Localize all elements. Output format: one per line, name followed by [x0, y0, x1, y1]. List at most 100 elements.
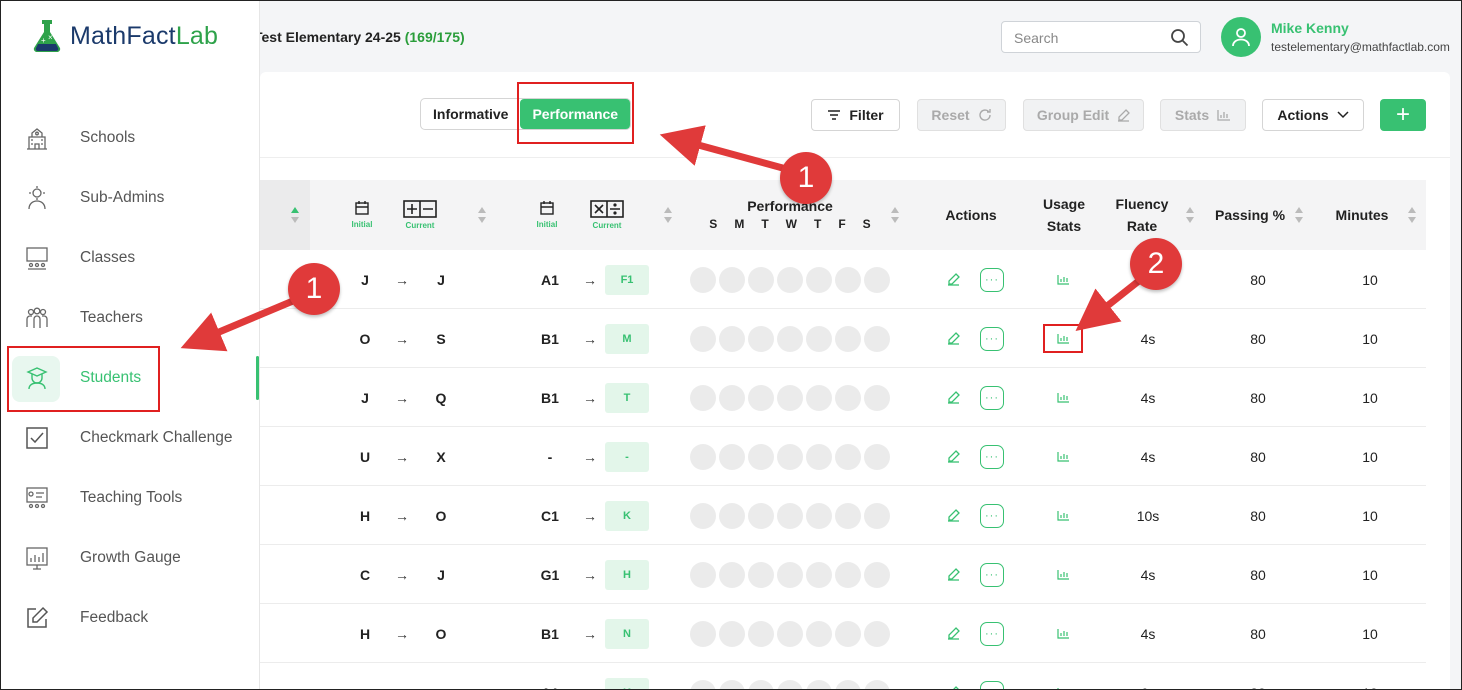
performance-day-dot [805, 620, 832, 647]
performance-day-dot [776, 502, 803, 529]
multiplication-current: K [605, 486, 649, 545]
actions-dropdown[interactable]: Actions [1262, 99, 1364, 131]
search-icon[interactable] [1170, 28, 1190, 53]
sidebar-item-sub-admins[interactable]: Sub-Admins [0, 168, 260, 228]
table-row[interactable]: U → X - → - ··· 4s 80 10 [260, 427, 1426, 486]
usage-stats-button[interactable] [1043, 368, 1083, 427]
arrow-right-icon: → [395, 507, 409, 524]
sidebar-item-classes[interactable]: Classes [0, 228, 260, 288]
weekday-label: S [862, 217, 871, 231]
sidebar-item-schools[interactable]: Schools [0, 108, 260, 168]
edit-button[interactable] [943, 309, 963, 368]
group-edit-button[interactable]: Group Edit [1023, 99, 1144, 131]
table-row[interactable]: →A1→K···6s8010 [260, 663, 1426, 690]
performance-day-dot [863, 384, 890, 411]
usage-stats-button[interactable] [1043, 427, 1083, 486]
annotation-badge-1: 1 [780, 152, 832, 204]
sort-icon[interactable] [290, 206, 300, 224]
more-options-button[interactable]: ··· [979, 545, 1005, 604]
sidebar-item-teachers[interactable]: Teachers [0, 288, 260, 348]
addition-current: J [437, 566, 445, 583]
filter-icon [828, 110, 841, 120]
performance-day-dot [805, 561, 832, 588]
sidebar-item-growth-gauge[interactable]: Growth Gauge [0, 528, 260, 588]
add-student-button[interactable]: + [1380, 99, 1426, 131]
tab-informative[interactable]: Informative [421, 99, 520, 129]
sidebar-item-students[interactable]: Students [0, 348, 260, 408]
more-options-button[interactable]: ··· [979, 250, 1005, 309]
edit-button[interactable] [943, 250, 963, 309]
table-row[interactable]: C → J G1 → H ··· 4s 80 10 [260, 545, 1426, 604]
arrow-right-icon: → [583, 625, 597, 642]
table-row[interactable]: H → O C1 → K ··· 10s 80 10 [260, 486, 1426, 545]
sort-icon[interactable] [663, 206, 673, 224]
sidebar-item-teaching-tools[interactable]: Teaching Tools [0, 468, 260, 528]
reset-button[interactable]: Reset [917, 99, 1006, 131]
arrow-right-icon: → [395, 271, 409, 288]
active-indicator [256, 356, 259, 400]
performance-day-dot [834, 325, 861, 352]
avatar[interactable] [1221, 17, 1261, 57]
table-header: Initial Current Initial Current Performa… [260, 180, 1426, 250]
sort-icon[interactable] [1407, 206, 1417, 224]
sub-admin-icon [22, 183, 52, 213]
sort-icon[interactable] [477, 206, 487, 224]
sidebar-item-feedback[interactable]: Feedback [0, 588, 260, 648]
performance-dots [689, 545, 890, 604]
more-options-button[interactable]: ··· [979, 309, 1005, 368]
usage-stats-button[interactable] [1043, 663, 1083, 690]
top-bar: Test Elementary 24-25 (169/175) Search M… [254, 0, 1462, 72]
sort-icon[interactable] [1185, 206, 1195, 224]
edit-button[interactable] [943, 663, 963, 690]
filter-button[interactable]: Filter [811, 99, 900, 131]
search-box[interactable]: Search [1001, 21, 1201, 53]
usage-stats-button[interactable] [1043, 604, 1083, 663]
addition-initial: H [359, 625, 371, 642]
user-name: Mike Kenny [1271, 20, 1349, 36]
arrow-right-icon: → [578, 663, 602, 690]
edit-button[interactable] [943, 545, 963, 604]
annotation-badge-2: 2 [1130, 238, 1182, 290]
usage-stats-button[interactable] [1043, 486, 1083, 545]
table-row[interactable]: O → S B1 → M ··· 4s 80 10 [260, 309, 1426, 368]
addition-current: Q [435, 389, 447, 406]
more-dots-icon: ··· [980, 267, 1004, 292]
edit-button[interactable] [943, 368, 963, 427]
more-options-button[interactable]: ··· [979, 486, 1005, 545]
school-selector[interactable]: Test Elementary 24-25 (169/175) [254, 29, 465, 45]
minutes: 10 [1362, 448, 1378, 465]
more-options-button[interactable]: ··· [979, 604, 1005, 663]
table-row[interactable]: J → J A1 → F1 ··· 80 10 [260, 250, 1426, 309]
edit-button[interactable] [943, 427, 963, 486]
more-options-button[interactable]: ··· [979, 368, 1005, 427]
sort-icon[interactable] [890, 206, 900, 224]
weekday-labels: S M T W T F S [709, 215, 870, 233]
pencil-icon [947, 627, 960, 640]
svg-text:+: + [41, 36, 46, 45]
search-input[interactable]: Search [1014, 30, 1058, 46]
multiplication-current: F1 [605, 250, 649, 309]
performance-day-dot [689, 325, 716, 352]
more-options-button[interactable]: ··· [979, 427, 1005, 486]
pencil-icon [1118, 108, 1131, 122]
usage-stats-button[interactable] [1043, 545, 1083, 604]
performance-day-dot [747, 561, 774, 588]
performance-day-dot [689, 561, 716, 588]
table-row[interactable]: H → O B1 → N ··· 4s 80 10 [260, 604, 1426, 663]
performance-day-dot [805, 502, 832, 529]
more-options-button[interactable]: ··· [979, 663, 1005, 690]
edit-button[interactable] [943, 486, 963, 545]
edit-button[interactable] [943, 604, 963, 663]
table-row[interactable]: J → Q B1 → T ··· 4s 80 10 [260, 368, 1426, 427]
initial-label: Initial [351, 220, 373, 229]
usage-stats-button[interactable] [1043, 250, 1083, 309]
stats-button[interactable]: Stats [1160, 99, 1246, 131]
sidebar-item-checkmark-challenge[interactable]: Checkmark Challenge [0, 408, 260, 468]
tab-performance[interactable]: Performance [520, 99, 631, 129]
sort-icon[interactable] [1294, 206, 1304, 224]
usage-stats-button[interactable] [1043, 309, 1083, 368]
performance-day-dot [689, 443, 716, 470]
sidebar-item-label: Teachers [80, 309, 143, 326]
arrow-right-icon: → [395, 389, 409, 406]
app-logo[interactable]: + × MathFactLab [30, 18, 218, 54]
